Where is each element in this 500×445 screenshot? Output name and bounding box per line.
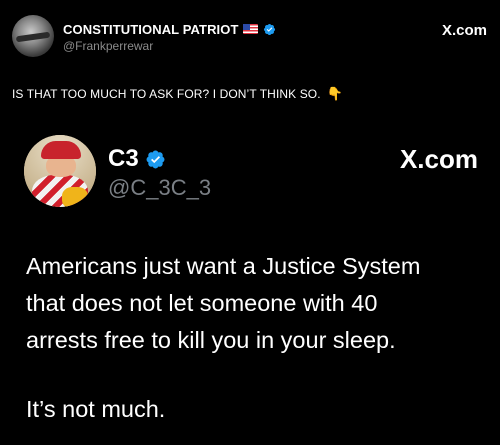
quoted-closing-line: It’s not much. bbox=[26, 396, 166, 422]
outer-post-text-content: IS THAT TOO MUCH TO ASK FOR? I DON’T THI… bbox=[12, 87, 321, 101]
quoted-author-avatar[interactable] bbox=[24, 135, 96, 207]
outer-post-text: IS THAT TOO MUCH TO ASK FOR? I DON’T THI… bbox=[12, 86, 343, 102]
outer-author-avatar[interactable] bbox=[12, 15, 54, 57]
outer-author-handle[interactable]: @Frankperrewar bbox=[63, 39, 153, 53]
verified-badge-icon bbox=[146, 150, 165, 168]
quoted-author-handle[interactable]: @C_3C_3 bbox=[108, 175, 211, 201]
quoted-author-name[interactable]: C3 bbox=[108, 145, 139, 173]
quoted-brand-label: X.com bbox=[399, 144, 478, 174]
quoted-post-card[interactable]: C3 @C_3C_3 X.com Americans just want a J… bbox=[0, 120, 500, 445]
us-flag-icon bbox=[242, 24, 258, 34]
pointing-down-emoji-icon: 👇 bbox=[326, 86, 343, 101]
quoted-author-name-row: C3 bbox=[108, 145, 166, 173]
outer-brand-label: X.com bbox=[441, 22, 487, 39]
verified-badge-icon bbox=[263, 23, 275, 35]
outer-author-name[interactable]: CONSTITUTIONAL PATRIOT bbox=[63, 22, 239, 37]
quoted-body-line: arrests free to kill you in your sleep. bbox=[26, 327, 396, 353]
quoted-body-line: that does not let someone with 40 bbox=[26, 290, 378, 316]
outer-author-name-row: CONSTITUTIONAL PATRIOT bbox=[63, 20, 276, 38]
quoted-body-line: Americans just want a Justice System bbox=[26, 253, 421, 279]
quoted-post-body: Americans just want a Justice System tha… bbox=[26, 248, 486, 428]
